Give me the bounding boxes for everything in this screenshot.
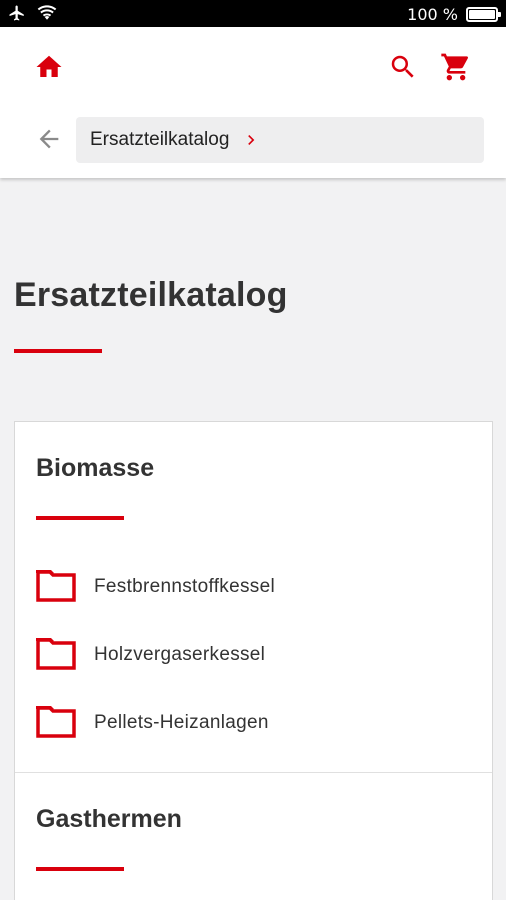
battery-icon [466, 7, 501, 22]
section-underline [36, 867, 124, 871]
home-icon [36, 55, 62, 77]
battery-text: 100 % [407, 5, 458, 24]
section-title: Biomasse [36, 454, 155, 482]
category-item-festbrennstoffkessel[interactable]: Festbrennstoffkessel [15, 566, 492, 634]
back-button[interactable] [33, 123, 65, 155]
chevron-right-icon [248, 135, 255, 145]
section-title: Gasthermen [36, 805, 182, 833]
breadcrumb-label: Ersatzteilkatalog [90, 129, 230, 150]
status-bar: 100 % [0, 0, 506, 27]
breadcrumb[interactable]: Ersatzteilkatalog [76, 117, 484, 163]
category-label: Pellets-Heizanlagen [94, 712, 269, 733]
search-button[interactable] [387, 51, 419, 83]
home-button[interactable] [33, 51, 65, 83]
airplane-icon [7, 4, 27, 27]
category-section-gasthermen: Gasthermen [15, 773, 492, 900]
category-item-pellets-heizanlagen[interactable]: Pellets-Heizanlagen [15, 702, 492, 770]
category-section-biomasse: Biomasse Festbrennstoffkessel Holzvergas… [15, 422, 492, 773]
folder-icon [36, 638, 76, 670]
search-icon [391, 55, 414, 78]
catalog-card: Biomasse Festbrennstoffkessel Holzvergas… [14, 421, 493, 900]
app-header: Ersatzteilkatalog [0, 27, 506, 178]
page-title: Ersatzteilkatalog [14, 276, 288, 314]
folder-icon [36, 706, 76, 738]
category-item-holzvergaserkessel[interactable]: Holzvergaserkessel [15, 634, 492, 702]
cart-icon [441, 53, 469, 81]
section-underline [36, 516, 124, 520]
category-label: Holzvergaserkessel [94, 644, 266, 665]
back-arrow-icon [39, 129, 59, 149]
cart-button[interactable] [440, 51, 472, 83]
category-label: Festbrennstoffkessel [94, 576, 275, 597]
category-list: Festbrennstoffkessel Holzvergaserkessel … [15, 566, 492, 770]
folder-icon [36, 570, 76, 602]
wifi-icon [37, 5, 57, 26]
title-underline [14, 349, 102, 353]
